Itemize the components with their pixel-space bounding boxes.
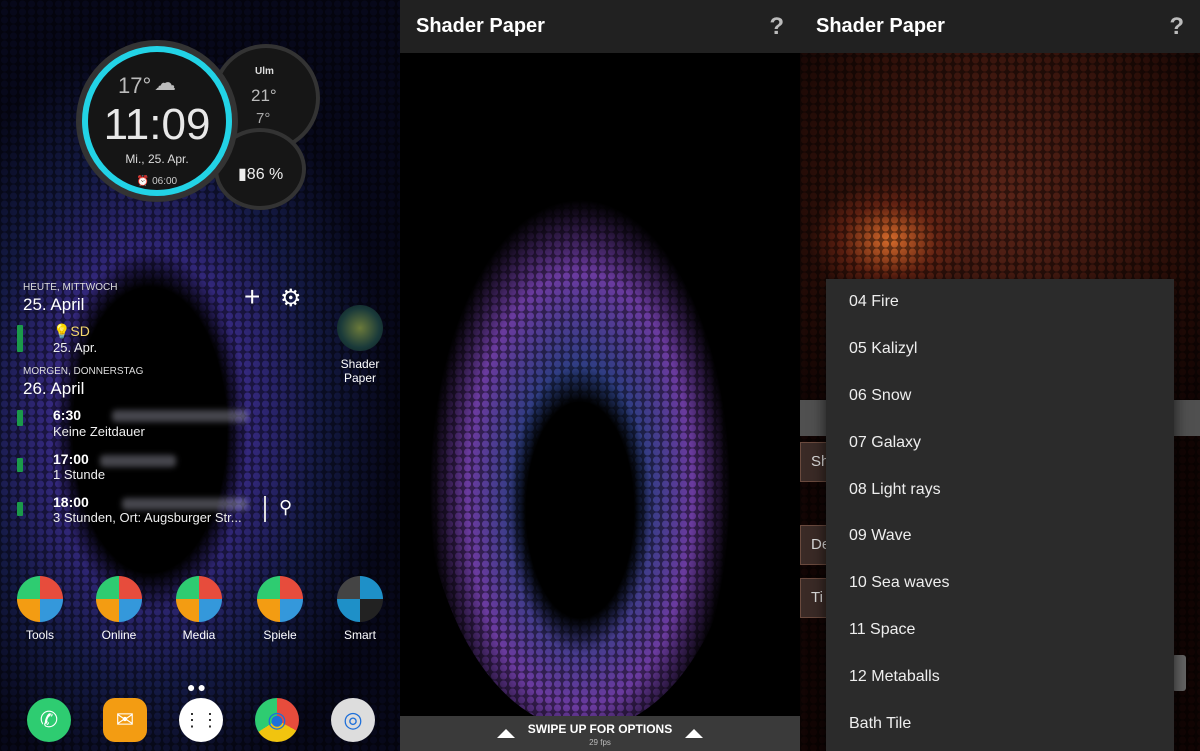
event-subtitle: 3 Stunden, Ort: Augsburger Str...: [53, 510, 242, 525]
menu-item[interactable]: 04 Fire: [826, 279, 1174, 326]
menu-item[interactable]: Bath Tile: [826, 700, 1174, 747]
calendar-today-date: 25. April: [23, 295, 85, 314]
event-color-bar: [17, 502, 23, 516]
alarm-time: ⏰ 06:00: [136, 176, 178, 187]
event-subtitle: 1 Stunde: [53, 467, 106, 482]
calendar-tomorrow-head: MORGEN, DONNERSTAG: [23, 366, 144, 377]
scroll-thumb[interactable]: [1172, 655, 1186, 691]
menu-item[interactable]: 11 Space: [826, 607, 1174, 654]
chevron-up-icon: [685, 729, 703, 738]
folder-smart-icon[interactable]: [337, 576, 383, 622]
add-event-icon[interactable]: +: [244, 283, 260, 311]
event-subtitle: Keine Zeitdauer: [53, 424, 145, 439]
app-title: Shader Paper: [816, 15, 945, 37]
shader-dropdown-menu: 04 Fire 05 Kalizyl 06 Snow 07 Galaxy 08 …: [826, 279, 1174, 751]
folder-label: Tools: [25, 628, 54, 642]
app-title: Shader Paper: [416, 15, 545, 37]
folder-online-icon[interactable]: [96, 576, 142, 622]
event-color-bar: [17, 410, 23, 426]
shader-preview: Shader Paper ? SWIPE UP FOR OPTIONS 29 f…: [400, 0, 800, 751]
event-title[interactable]: 💡SD: [53, 323, 90, 340]
app-bar: Shader Paper ?: [800, 0, 1200, 53]
redacted-text: [100, 455, 176, 467]
clock-time: 11:09: [103, 100, 211, 149]
calendar-tomorrow-date: 26. April: [23, 379, 85, 398]
fps-counter: 29 fps: [589, 738, 611, 747]
folder-label: Spiele: [263, 628, 297, 642]
menu-item[interactable]: 09 Wave: [826, 513, 1174, 560]
messages-icon[interactable]: ✉: [103, 698, 147, 742]
chrome-icon[interactable]: ◉: [255, 698, 299, 742]
help-icon[interactable]: ?: [1169, 13, 1184, 41]
hex-overlay: [400, 0, 800, 751]
gear-icon[interactable]: ⚙: [280, 284, 302, 313]
redacted-text: [122, 498, 248, 510]
event-title[interactable]: 17:00: [53, 451, 89, 467]
menu-item[interactable]: 05 Kalizyl: [826, 326, 1174, 373]
folder-label: Online: [101, 628, 137, 642]
event-title[interactable]: 18:00: [53, 494, 89, 510]
menu-item[interactable]: 10 Sea waves: [826, 560, 1174, 607]
camera-folder-icon[interactable]: ◎: [331, 698, 375, 742]
folder-media-icon[interactable]: [176, 576, 222, 622]
battery-level: ▮86 %: [238, 166, 284, 183]
event-color-bar: [17, 458, 23, 472]
redacted-text: [112, 410, 248, 422]
shortcut-label: Shader Paper: [340, 357, 380, 385]
app-bar: Shader Paper ?: [400, 0, 800, 53]
cloud-icon: ☁: [154, 70, 176, 95]
folder-games-icon[interactable]: [257, 576, 303, 622]
divider: [264, 496, 266, 522]
app-drawer-icon[interactable]: ⋮⋮: [179, 698, 223, 742]
clock-temperature: 17°: [118, 73, 152, 98]
calendar-today-head: HEUTE, MITTWOCH: [23, 282, 118, 293]
phone-icon[interactable]: ✆: [27, 698, 71, 742]
home-screen: 17° ☁ 11:09 Mi., 25. Apr. ⏰ 06:00 Ulm 21…: [0, 0, 400, 751]
menu-item[interactable]: 08 Light rays: [826, 466, 1174, 513]
folder-tools-icon[interactable]: [17, 576, 63, 622]
menu-item[interactable]: 12 Metaballs: [826, 653, 1174, 700]
folder-label: Smart: [343, 628, 376, 642]
location-pin-icon[interactable]: ⚲: [279, 497, 292, 518]
event-subtitle: 25. Apr.: [53, 340, 98, 355]
menu-item[interactable]: 07 Galaxy: [826, 419, 1174, 466]
event-title[interactable]: 6:30: [53, 407, 81, 423]
page-indicator: ●●: [187, 679, 208, 695]
swipe-up-bar[interactable]: SWIPE UP FOR OPTIONS 29 fps: [400, 716, 800, 751]
weather-low: 7°: [256, 110, 271, 127]
shader-options: Shader Paper ? Sh De Ti 04 Fire 05 Kaliz…: [800, 0, 1200, 751]
menu-item[interactable]: 06 Snow: [826, 373, 1174, 420]
event-color-bar: [17, 325, 23, 352]
swipe-label: SWIPE UP FOR OPTIONS: [527, 722, 673, 736]
help-icon[interactable]: ?: [769, 13, 784, 41]
weather-high: 21°: [251, 86, 277, 105]
clock-date: Mi., 25. Apr.: [125, 152, 189, 166]
weather-city: Ulm: [255, 66, 274, 77]
shader-paper-app-icon[interactable]: [337, 305, 383, 351]
folder-label: Media: [182, 628, 216, 642]
